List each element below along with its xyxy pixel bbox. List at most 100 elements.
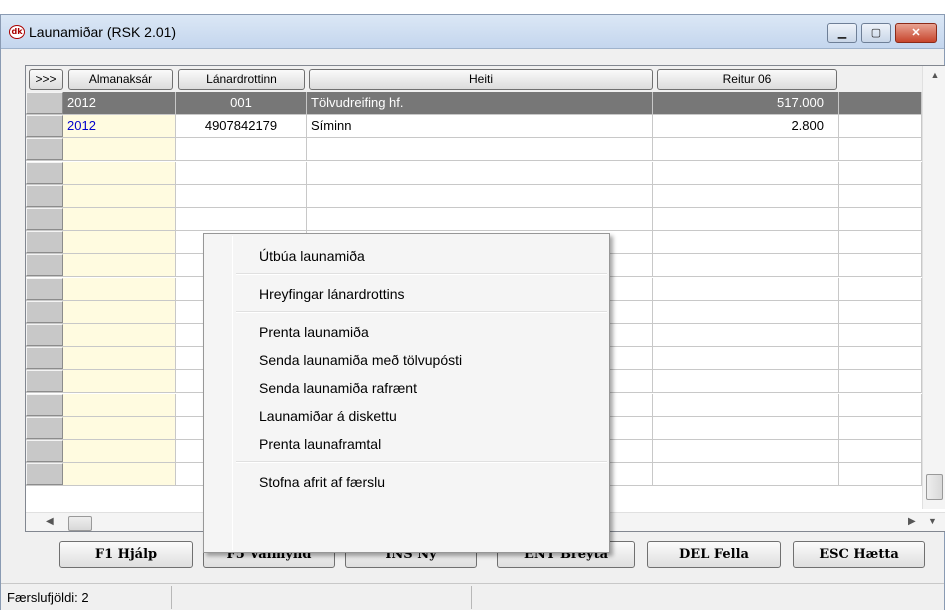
year-cell[interactable] (63, 300, 176, 323)
vertical-scrollbar[interactable]: ▲ (922, 66, 945, 509)
menu-item[interactable]: Útbúa launamiða (206, 242, 607, 270)
amount-cell[interactable]: 2.800 (653, 115, 839, 138)
scroll-up-icon[interactable]: ▲ (923, 70, 945, 88)
extra-cell[interactable] (839, 208, 922, 230)
menu-item[interactable]: Senda launamiða með tölvupósti (206, 346, 607, 374)
extra-cell[interactable] (839, 370, 922, 393)
amount-cell[interactable]: 517.000 (653, 92, 839, 114)
year-cell[interactable] (63, 463, 176, 486)
row-selector[interactable] (26, 440, 63, 462)
row-selector[interactable] (26, 161, 63, 184)
row-selector[interactable] (26, 300, 63, 323)
exit-button[interactable]: ESC Hætta (793, 541, 925, 568)
amount-cell[interactable] (653, 440, 839, 462)
year-cell[interactable] (63, 347, 176, 370)
row-selector[interactable] (26, 463, 63, 486)
extra-cell[interactable] (839, 324, 922, 346)
scroll-left-icon[interactable]: ◀ (46, 516, 54, 527)
row-selector[interactable] (26, 393, 63, 416)
row-selector[interactable] (26, 138, 63, 161)
amount-cell[interactable] (653, 370, 839, 393)
column-header-field06[interactable]: Reitur 06 (657, 69, 837, 90)
year-cell[interactable]: 2012 (63, 115, 176, 138)
amount-cell[interactable] (653, 277, 839, 300)
extra-cell[interactable] (839, 161, 922, 184)
year-cell[interactable] (63, 370, 176, 393)
extra-cell[interactable] (839, 92, 922, 114)
table-row[interactable] (26, 161, 922, 185)
menu-item[interactable]: Launamiðar á diskettu (206, 402, 607, 430)
row-selector[interactable] (26, 231, 63, 254)
creditor-cell[interactable] (176, 138, 307, 161)
row-selector[interactable] (26, 254, 63, 277)
name-cell[interactable] (307, 161, 653, 184)
table-row[interactable]: 2012 001 Tölvudreifing hf. 517.000 (26, 92, 922, 115)
vertical-scroll-thumb[interactable] (926, 474, 943, 500)
creditor-cell[interactable] (176, 208, 307, 230)
menu-item[interactable]: Stofna afrit af færslu (206, 468, 607, 496)
minimize-button[interactable]: ▁ (827, 23, 857, 43)
amount-cell[interactable] (653, 300, 839, 323)
help-button[interactable]: F1 Hjálp (59, 541, 193, 568)
amount-cell[interactable] (653, 347, 839, 370)
year-cell[interactable] (63, 416, 176, 439)
extra-cell[interactable] (839, 277, 922, 300)
horizontal-scroll-thumb[interactable] (68, 516, 92, 531)
column-header-creditor[interactable]: Lánardrottinn (178, 69, 305, 90)
name-cell[interactable] (307, 138, 653, 161)
expand-columns-button[interactable]: >>> (29, 69, 63, 90)
amount-cell[interactable] (653, 324, 839, 346)
extra-cell[interactable] (839, 231, 922, 254)
menu-item[interactable]: Prenta launaframtal (206, 430, 607, 458)
title-bar[interactable]: dk Launamiðar (RSK 2.01) ▁ ▢ ✕ (1, 15, 944, 49)
table-row[interactable] (26, 184, 922, 208)
extra-cell[interactable] (839, 463, 922, 486)
extra-cell[interactable] (839, 440, 922, 462)
column-header-name[interactable]: Heiti (309, 69, 653, 90)
name-cell[interactable]: Tölvudreifing hf. (307, 92, 653, 114)
amount-cell[interactable] (653, 161, 839, 184)
row-selector[interactable] (26, 208, 63, 230)
year-cell[interactable]: 2012 (63, 92, 176, 114)
delete-button[interactable]: DEL Fella (647, 541, 781, 568)
menu-item[interactable]: Hreyfingar lánardrottins (206, 280, 607, 308)
extra-cell[interactable] (839, 347, 922, 370)
amount-cell[interactable] (653, 208, 839, 230)
row-selector[interactable] (26, 92, 63, 114)
year-cell[interactable] (63, 231, 176, 254)
name-cell[interactable] (307, 184, 653, 207)
name-cell[interactable] (307, 208, 653, 230)
year-cell[interactable] (63, 184, 176, 207)
row-selector[interactable] (26, 277, 63, 300)
creditor-cell[interactable] (176, 161, 307, 184)
extra-cell[interactable] (839, 300, 922, 323)
amount-cell[interactable] (653, 393, 839, 416)
year-cell[interactable] (63, 138, 176, 161)
extra-cell[interactable] (839, 393, 922, 416)
maximize-button[interactable]: ▢ (861, 23, 891, 43)
table-row[interactable] (26, 138, 922, 162)
column-header-year[interactable]: Almanaksár (68, 69, 173, 90)
table-row[interactable] (26, 208, 922, 231)
creditor-cell[interactable] (176, 184, 307, 207)
year-cell[interactable] (63, 208, 176, 230)
scroll-down-icon[interactable]: ▼ (928, 516, 937, 526)
year-cell[interactable] (63, 324, 176, 346)
amount-cell[interactable] (653, 416, 839, 439)
scroll-right-icon[interactable]: ▶ (908, 516, 916, 527)
amount-cell[interactable] (653, 184, 839, 207)
row-selector[interactable] (26, 416, 63, 439)
amount-cell[interactable] (653, 231, 839, 254)
name-cell[interactable]: Síminn (307, 115, 653, 138)
year-cell[interactable] (63, 254, 176, 277)
row-selector[interactable] (26, 324, 63, 346)
extra-cell[interactable] (839, 416, 922, 439)
extra-cell[interactable] (839, 115, 922, 138)
row-selector[interactable] (26, 184, 63, 207)
year-cell[interactable] (63, 393, 176, 416)
table-row[interactable]: 2012 4907842179 Síminn 2.800 (26, 115, 922, 139)
amount-cell[interactable] (653, 254, 839, 277)
menu-item[interactable]: Prenta launamiða (206, 318, 607, 346)
creditor-cell[interactable]: 001 (176, 92, 307, 114)
year-cell[interactable] (63, 161, 176, 184)
